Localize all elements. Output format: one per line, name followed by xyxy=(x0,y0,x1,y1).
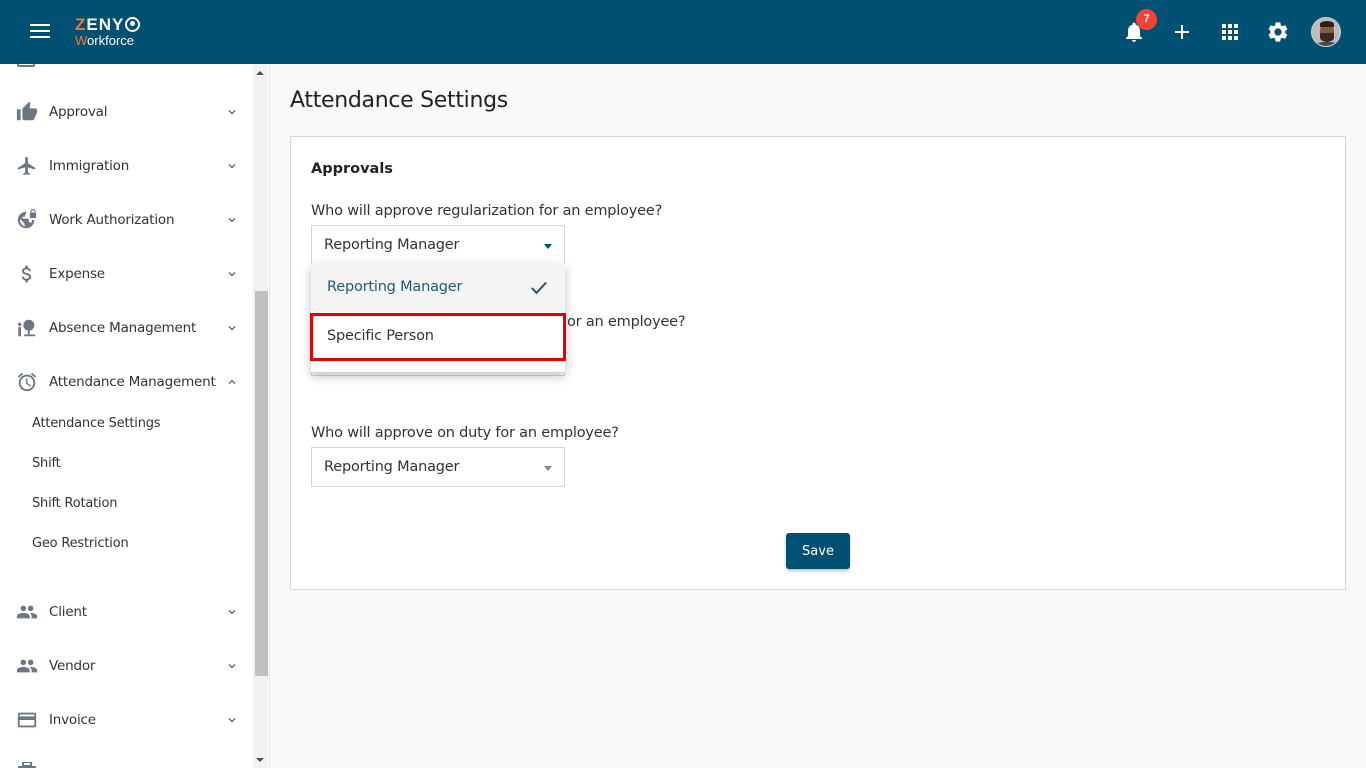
sidebar-subitem-geo-restriction[interactable]: Geo Restriction xyxy=(32,536,129,551)
sidebar-item-absence-management[interactable]: Absence Management xyxy=(0,308,252,348)
people-icon xyxy=(16,605,38,619)
people-icon xyxy=(16,659,38,673)
caret-down-icon xyxy=(544,466,552,471)
check-icon xyxy=(531,281,547,295)
scroll-up-arrow-icon[interactable] xyxy=(256,71,264,75)
sidebar-item-immigration[interactable]: Immigration xyxy=(0,146,252,186)
approver-dropdown-menu: Reporting Manager Specific Person xyxy=(310,264,566,372)
chevron-down-icon xyxy=(228,164,236,169)
select-value: Reporting Manager xyxy=(324,459,460,475)
save-button[interactable]: Save xyxy=(786,533,850,569)
sidebar-item-expense[interactable]: Expense xyxy=(0,254,252,294)
logo-text: ENY xyxy=(86,15,125,34)
sidebar-item-label: Expense xyxy=(49,266,105,282)
regularization-question-label: Who will approve regularization for an e… xyxy=(311,203,663,219)
sidebar-subitem-attendance-settings[interactable]: Attendance Settings xyxy=(32,416,161,431)
sidebar-item-invoice[interactable]: Invoice xyxy=(0,700,252,740)
airplane-icon xyxy=(17,156,36,176)
sidebar-subitem-shift[interactable]: Shift xyxy=(32,456,61,471)
gear-icon[interactable] xyxy=(1266,20,1290,44)
dropdown-option-specific-person[interactable]: Specific Person xyxy=(310,313,566,361)
sidebar: Approval Immigration Work Authorization … xyxy=(0,64,270,768)
sidebar-scrollbar[interactable] xyxy=(253,64,268,768)
sidebar-item-label: Invoice xyxy=(49,712,96,728)
sidebar-item-label: Absence Management xyxy=(49,320,197,336)
section-title: Approvals xyxy=(311,161,393,177)
avatar[interactable] xyxy=(1311,17,1341,47)
scrollbar-thumb[interactable] xyxy=(255,291,268,676)
logo-sub-accent: W xyxy=(75,33,88,48)
sidebar-item-label: Approval xyxy=(49,104,108,120)
chevron-down-icon xyxy=(228,718,236,723)
select-value: Reporting Manager xyxy=(324,237,460,253)
briefcase-icon xyxy=(18,762,36,768)
option-label: Specific Person xyxy=(327,328,434,344)
logo-icon xyxy=(125,17,141,32)
chevron-down-icon xyxy=(228,272,236,277)
page-title: Attendance Settings xyxy=(290,88,508,113)
sidebar-item-attendance-management[interactable]: Attendance Management xyxy=(0,362,252,402)
regularization-approver-select[interactable]: Reporting Manager xyxy=(311,225,565,265)
chevron-down-icon xyxy=(228,326,236,331)
logo-accent-letter: Z xyxy=(75,15,87,34)
sidebar-item-label: Client xyxy=(49,604,87,620)
sidebar-item-client[interactable]: Client xyxy=(0,592,252,632)
sidebar-item-label: Vendor xyxy=(49,658,96,674)
on-duty-question-label: Who will approve on duty for an employee… xyxy=(311,425,619,441)
globe-lock-icon xyxy=(17,209,37,229)
credit-card-icon xyxy=(17,712,37,728)
sidebar-item-label: Attendance Management xyxy=(49,374,216,390)
alarm-clock-icon xyxy=(17,372,37,392)
apps-grid-icon[interactable] xyxy=(1218,20,1242,44)
caret-down-icon xyxy=(544,244,552,249)
plus-icon[interactable] xyxy=(1170,20,1194,44)
chevron-down-icon xyxy=(228,664,236,669)
sidebar-subitem-shift-rotation[interactable]: Shift Rotation xyxy=(32,496,117,511)
sidebar-item-approval[interactable]: Approval xyxy=(0,92,252,132)
sidebar-item-work-authorization[interactable]: Work Authorization xyxy=(0,200,252,240)
scroll-down-arrow-icon[interactable] xyxy=(256,758,264,762)
option-label: Reporting Manager xyxy=(327,279,463,295)
chevron-up-icon xyxy=(228,379,236,384)
chevron-down-icon xyxy=(228,110,236,115)
chevron-down-icon xyxy=(228,610,236,615)
sidebar-item-label: Work Authorization xyxy=(49,212,175,228)
logo-subtext: orkforce xyxy=(87,33,135,48)
notification-badge: 7 xyxy=(1136,9,1157,30)
logo[interactable]: Z ENY Workforce xyxy=(75,15,141,48)
thumbs-up-icon xyxy=(16,101,38,121)
absence-icon xyxy=(18,319,36,337)
on-duty-approver-select[interactable]: Reporting Manager xyxy=(311,447,565,487)
top-bar: Z ENY Workforce 7 xyxy=(0,0,1366,64)
sidebar-item-label: Immigration xyxy=(49,158,130,174)
dropdown-option-reporting-manager[interactable]: Reporting Manager xyxy=(311,264,565,312)
partial-menu-icon xyxy=(17,64,35,67)
menu-icon[interactable] xyxy=(30,24,50,40)
sidebar-item-vendor[interactable]: Vendor xyxy=(0,646,252,686)
chevron-down-icon xyxy=(228,218,236,223)
second-question-label-fragment: or an employee? xyxy=(567,314,686,330)
dollar-icon xyxy=(21,265,32,283)
